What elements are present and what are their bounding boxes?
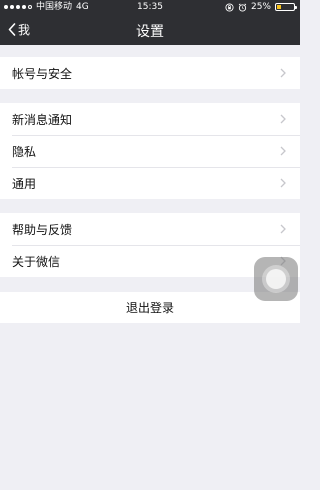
battery-fill	[277, 5, 281, 9]
chevron-right-icon	[280, 114, 286, 124]
chevron-right-icon	[280, 146, 286, 156]
settings-group-general: 新消息通知 隐私 通用	[0, 103, 300, 199]
settings-item-help-feedback[interactable]: 帮助与反馈	[0, 213, 300, 245]
logout-label: 退出登录	[125, 301, 174, 315]
top-bar: 中国移动 4G 15:35 25% 我 设置	[0, 0, 300, 45]
settings-item-general[interactable]: 通用	[0, 167, 300, 199]
settings-item-label: 帐号与安全	[12, 66, 73, 81]
chevron-right-icon	[280, 178, 286, 188]
settings-group-account: 帐号与安全	[0, 57, 300, 89]
alarm-icon	[238, 3, 247, 12]
navigation-bar: 我 设置	[0, 14, 300, 45]
settings-item-label: 关于微信	[12, 254, 61, 269]
settings-item-account-security[interactable]: 帐号与安全	[0, 57, 300, 89]
settings-item-label: 新消息通知	[12, 112, 73, 127]
battery-icon	[275, 3, 297, 11]
rotation-lock-icon	[225, 2, 234, 12]
settings-item-label: 通用	[12, 176, 37, 191]
battery-percent: 25%	[250, 2, 271, 12]
logout-button[interactable]: 退出登录	[0, 292, 300, 323]
assistive-touch-ring-inner	[266, 269, 286, 289]
settings-item-label: 帮助与反馈	[12, 222, 73, 237]
chevron-right-icon	[280, 68, 286, 78]
status-bar: 中国移动 4G 15:35 25%	[0, 0, 300, 14]
page-title: 设置	[136, 24, 164, 40]
settings-item-label: 隐私	[12, 144, 37, 159]
chevron-right-icon	[280, 224, 286, 234]
status-right: 25%	[225, 0, 297, 14]
assistive-touch-icon[interactable]	[254, 257, 298, 301]
settings-item-notifications[interactable]: 新消息通知	[0, 103, 300, 135]
settings-item-privacy[interactable]: 隐私	[0, 135, 300, 167]
